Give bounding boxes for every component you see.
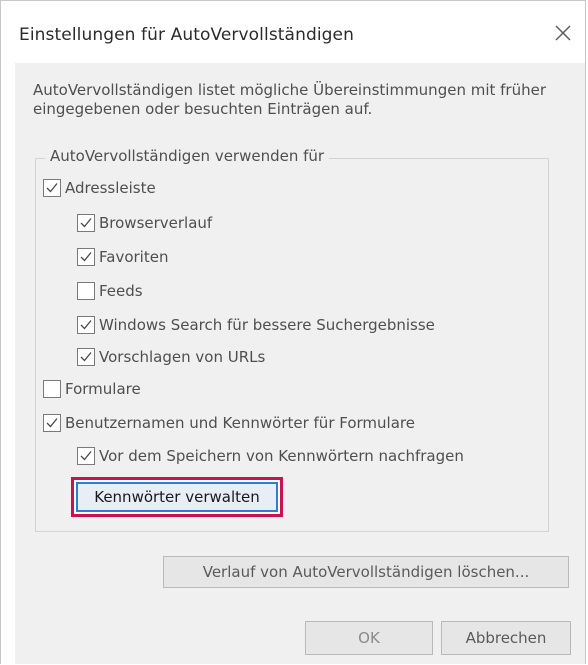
checkbox-label: Benutzernamen und Kennwörter für Formula… [65,414,415,432]
checkbox-adressleiste[interactable] [43,179,61,197]
checkbox-favoriten[interactable] [77,248,95,266]
checkbox-vorschlagen-urls[interactable] [77,348,95,366]
ok-button[interactable]: OK [305,621,433,655]
close-icon [555,25,571,41]
clear-autocomplete-history-button[interactable]: Verlauf von AutoVervollständigen löschen… [163,556,569,588]
checkbox-browserverlauf[interactable] [77,214,95,232]
checkbox-label: Favoriten [99,248,169,266]
checkbox-label: Formulare [65,380,141,398]
checkbox-row-vor-speichern-nachfragen[interactable]: Vor dem Speichern von Kennwörtern nachfr… [77,445,464,467]
checkmark-icon [80,451,92,461]
groupbox-legend: AutoVervollständigen verwenden für [45,147,330,165]
checkbox-row-favoriten[interactable]: Favoriten [77,246,168,268]
checkbox-row-browserverlauf[interactable]: Browserverlauf [77,212,212,234]
manage-passwords-button[interactable]: Kennwörter verwalten [71,477,283,517]
checkmark-icon [80,352,92,362]
checkbox-row-feeds[interactable]: Feeds [77,280,143,302]
title-bar: Einstellungen für AutoVervollständigen [1,1,585,63]
checkbox-vor-speichern-nachfragen[interactable] [77,447,95,465]
manage-passwords-button-label: Kennwörter verwalten [76,482,278,512]
checkbox-label: Vorschlagen von URLs [99,348,266,366]
autocomplete-settings-dialog: Einstellungen für AutoVervollständigen A… [0,0,586,664]
checkbox-windows-search[interactable] [77,316,95,334]
checkbox-label: Windows Search für bessere Suchergebniss… [99,316,435,334]
checkbox-label: Browserverlauf [99,214,213,232]
description-text: AutoVervollständigen listet mögliche Übe… [33,81,547,118]
checkbox-row-adressleiste[interactable]: Adressleiste [43,177,156,199]
cancel-button[interactable]: Abbrechen [441,621,571,655]
dialog-body: AutoVervollständigen listet mögliche Übe… [15,63,585,664]
checkbox-row-benutzernamen-kennwoerter[interactable]: Benutzernamen und Kennwörter für Formula… [43,412,415,434]
checkbox-label: Feeds [99,282,143,300]
checkbox-row-windows-search[interactable]: Windows Search für bessere Suchergebniss… [77,314,435,336]
checkbox-formulare[interactable] [43,380,61,398]
dialog-title: Einstellungen für AutoVervollständigen [19,25,354,45]
checkmark-icon [80,218,92,228]
checkmark-icon [80,320,92,330]
checkbox-label: Vor dem Speichern von Kennwörtern nachfr… [99,447,464,465]
checkmark-icon [46,418,58,428]
checkbox-label: Adressleiste [65,179,156,197]
checkmark-icon [46,183,58,193]
checkbox-benutzernamen-kennwoerter[interactable] [43,414,61,432]
checkbox-row-formulare[interactable]: Formulare [43,378,141,400]
checkbox-row-vorschlagen-urls[interactable]: Vorschlagen von URLs [77,346,265,368]
close-button[interactable] [549,19,577,47]
checkmark-icon [80,252,92,262]
checkbox-feeds[interactable] [77,282,95,300]
